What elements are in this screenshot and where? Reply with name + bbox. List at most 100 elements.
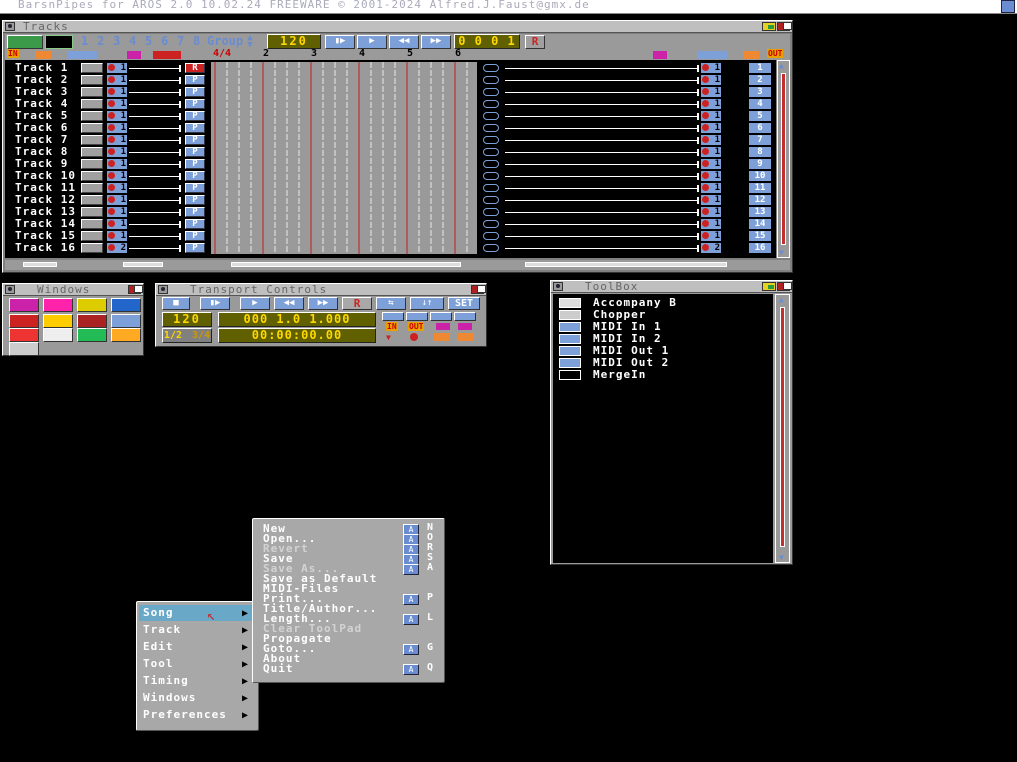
track-in-channel[interactable]: 1 bbox=[107, 171, 127, 181]
group-3[interactable]: 3 bbox=[113, 34, 120, 48]
track-mode-button[interactable]: P bbox=[185, 135, 205, 145]
depth-gadget[interactable] bbox=[128, 285, 143, 294]
track-in-fader[interactable] bbox=[129, 77, 181, 84]
track-number[interactable]: 6 bbox=[749, 123, 771, 133]
group-spinner-icon[interactable]: ▲ ▼ bbox=[241, 34, 259, 50]
h-scroll-2[interactable] bbox=[123, 262, 163, 267]
track-out-fader[interactable] bbox=[505, 149, 699, 156]
track-in-channel[interactable]: 1 bbox=[107, 99, 127, 109]
track-in-fader[interactable] bbox=[129, 65, 181, 72]
track-mute-box[interactable] bbox=[81, 87, 103, 97]
track-mode-button[interactable]: P bbox=[185, 195, 205, 205]
depth-gadget[interactable] bbox=[777, 282, 792, 291]
track-out-fader[interactable] bbox=[505, 137, 699, 144]
arrangement-grid[interactable] bbox=[211, 62, 480, 254]
meter-value-2[interactable]: 3/4 bbox=[192, 330, 210, 341]
measure-ruler[interactable]: 2 3 4 5 6 bbox=[213, 48, 479, 60]
track-in-channel[interactable]: 1 bbox=[107, 183, 127, 193]
scroll-down-icon[interactable]: ▼ bbox=[779, 553, 784, 562]
loop-icon[interactable] bbox=[434, 333, 450, 341]
menu-item[interactable]: Tool ▶ bbox=[137, 657, 258, 673]
submenu-item[interactable]: Quit AQ bbox=[253, 662, 444, 675]
mute-icon[interactable] bbox=[67, 51, 97, 59]
mixer-button[interactable] bbox=[45, 35, 73, 49]
close-gadget[interactable] bbox=[158, 285, 168, 294]
track-in-channel[interactable]: 1 bbox=[107, 87, 127, 97]
scroll-up-icon[interactable]: ▲ bbox=[779, 295, 784, 304]
track-out-channel[interactable]: 1 bbox=[701, 75, 721, 85]
toolbox-scrollbar[interactable]: ▲ ▼ bbox=[775, 294, 790, 563]
menu-item[interactable]: Timing ▶ bbox=[137, 674, 258, 690]
track-number[interactable]: 9 bbox=[749, 159, 771, 169]
clock-window-icon[interactable] bbox=[43, 328, 73, 342]
toolbox-item[interactable]: MIDI In 1 bbox=[553, 320, 773, 334]
track-in-channel[interactable]: 1 bbox=[107, 207, 127, 217]
mute-right-icon[interactable] bbox=[697, 51, 727, 59]
track-mute-box[interactable] bbox=[81, 135, 103, 145]
out-label[interactable]: OUT bbox=[408, 322, 425, 331]
sequencer-window-icon[interactable] bbox=[43, 298, 73, 312]
close-gadget[interactable] bbox=[553, 282, 563, 291]
track-out-connector-icon[interactable] bbox=[483, 64, 499, 72]
tempo-window-icon[interactable] bbox=[77, 298, 107, 312]
track-in-fader[interactable] bbox=[129, 113, 181, 120]
keyboard-window-icon[interactable] bbox=[77, 314, 107, 328]
track-in-channel[interactable]: 1 bbox=[107, 147, 127, 157]
vertical-scrollbar[interactable]: ▲ ▼ bbox=[777, 60, 790, 258]
track-number[interactable]: 7 bbox=[749, 135, 771, 145]
metronome-window-icon[interactable] bbox=[43, 314, 73, 328]
track-out-connector-icon[interactable] bbox=[483, 148, 499, 156]
track-out-channel[interactable]: 1 bbox=[701, 87, 721, 97]
group-1[interactable]: 1 bbox=[81, 34, 88, 48]
menu-item[interactable]: Song ▶ bbox=[137, 606, 258, 622]
track-number[interactable]: 15 bbox=[749, 231, 771, 241]
track-out-connector-icon[interactable] bbox=[483, 124, 499, 132]
track-mute-box[interactable] bbox=[81, 195, 103, 205]
toolbox-item[interactable]: Chopper bbox=[553, 308, 773, 322]
zoom-gadget[interactable] bbox=[762, 282, 776, 291]
track-mode-button[interactable]: P bbox=[185, 183, 205, 193]
track-out-fader[interactable] bbox=[505, 221, 699, 228]
locator-3-button[interactable] bbox=[430, 312, 452, 321]
track-number[interactable]: 5 bbox=[749, 111, 771, 121]
track-mute-box[interactable] bbox=[81, 171, 103, 181]
track-out-channel[interactable]: 1 bbox=[701, 159, 721, 169]
track-in-channel[interactable]: 1 bbox=[107, 123, 127, 133]
windows-titlebar[interactable]: Windows bbox=[3, 283, 143, 296]
scroll-down-icon[interactable]: ▼ bbox=[779, 248, 784, 257]
marker-2-icon[interactable] bbox=[458, 323, 472, 330]
track-out-channel[interactable]: 1 bbox=[701, 219, 721, 229]
track-out-fader[interactable] bbox=[505, 77, 699, 84]
track-out-channel[interactable]: 1 bbox=[701, 183, 721, 193]
track-out-fader[interactable] bbox=[505, 125, 699, 132]
track-in-fader[interactable] bbox=[129, 161, 181, 168]
record-button[interactable]: R bbox=[342, 297, 372, 310]
depth-gadget[interactable] bbox=[471, 285, 486, 294]
track-in-fader[interactable] bbox=[129, 89, 181, 96]
globe-window-icon[interactable] bbox=[111, 298, 141, 312]
locator-4-button[interactable] bbox=[454, 312, 476, 321]
record-button[interactable]: R bbox=[525, 35, 545, 49]
track-out-channel[interactable]: 1 bbox=[701, 207, 721, 217]
film-window-icon[interactable] bbox=[9, 314, 39, 328]
track-in-fader[interactable] bbox=[129, 245, 181, 252]
record-window-icon[interactable] bbox=[111, 314, 141, 328]
track-out-connector-icon[interactable] bbox=[483, 76, 499, 84]
time-display[interactable]: 00:00:00.00 bbox=[218, 328, 376, 343]
track-mode-button[interactable]: P bbox=[185, 87, 205, 97]
track-mute-box[interactable] bbox=[81, 207, 103, 217]
tempo-display[interactable]: 120 bbox=[267, 34, 321, 49]
track-out-fader[interactable] bbox=[505, 161, 699, 168]
track-mode-button[interactable]: P bbox=[185, 171, 205, 181]
track-number[interactable]: 16 bbox=[749, 243, 771, 253]
close-gadget[interactable] bbox=[5, 285, 15, 294]
toolbox-item[interactable]: MergeIn bbox=[553, 368, 773, 382]
mixer-window-icon[interactable] bbox=[9, 328, 39, 342]
track-in-channel[interactable]: 1 bbox=[107, 63, 127, 73]
menu-item[interactable]: Edit ▶ bbox=[137, 640, 258, 656]
marker-icon[interactable] bbox=[127, 51, 141, 59]
group-2[interactable]: 2 bbox=[97, 34, 104, 48]
track-mute-box[interactable] bbox=[81, 63, 103, 73]
track-mute-box[interactable] bbox=[81, 123, 103, 133]
palette-window-icon[interactable] bbox=[111, 328, 141, 342]
